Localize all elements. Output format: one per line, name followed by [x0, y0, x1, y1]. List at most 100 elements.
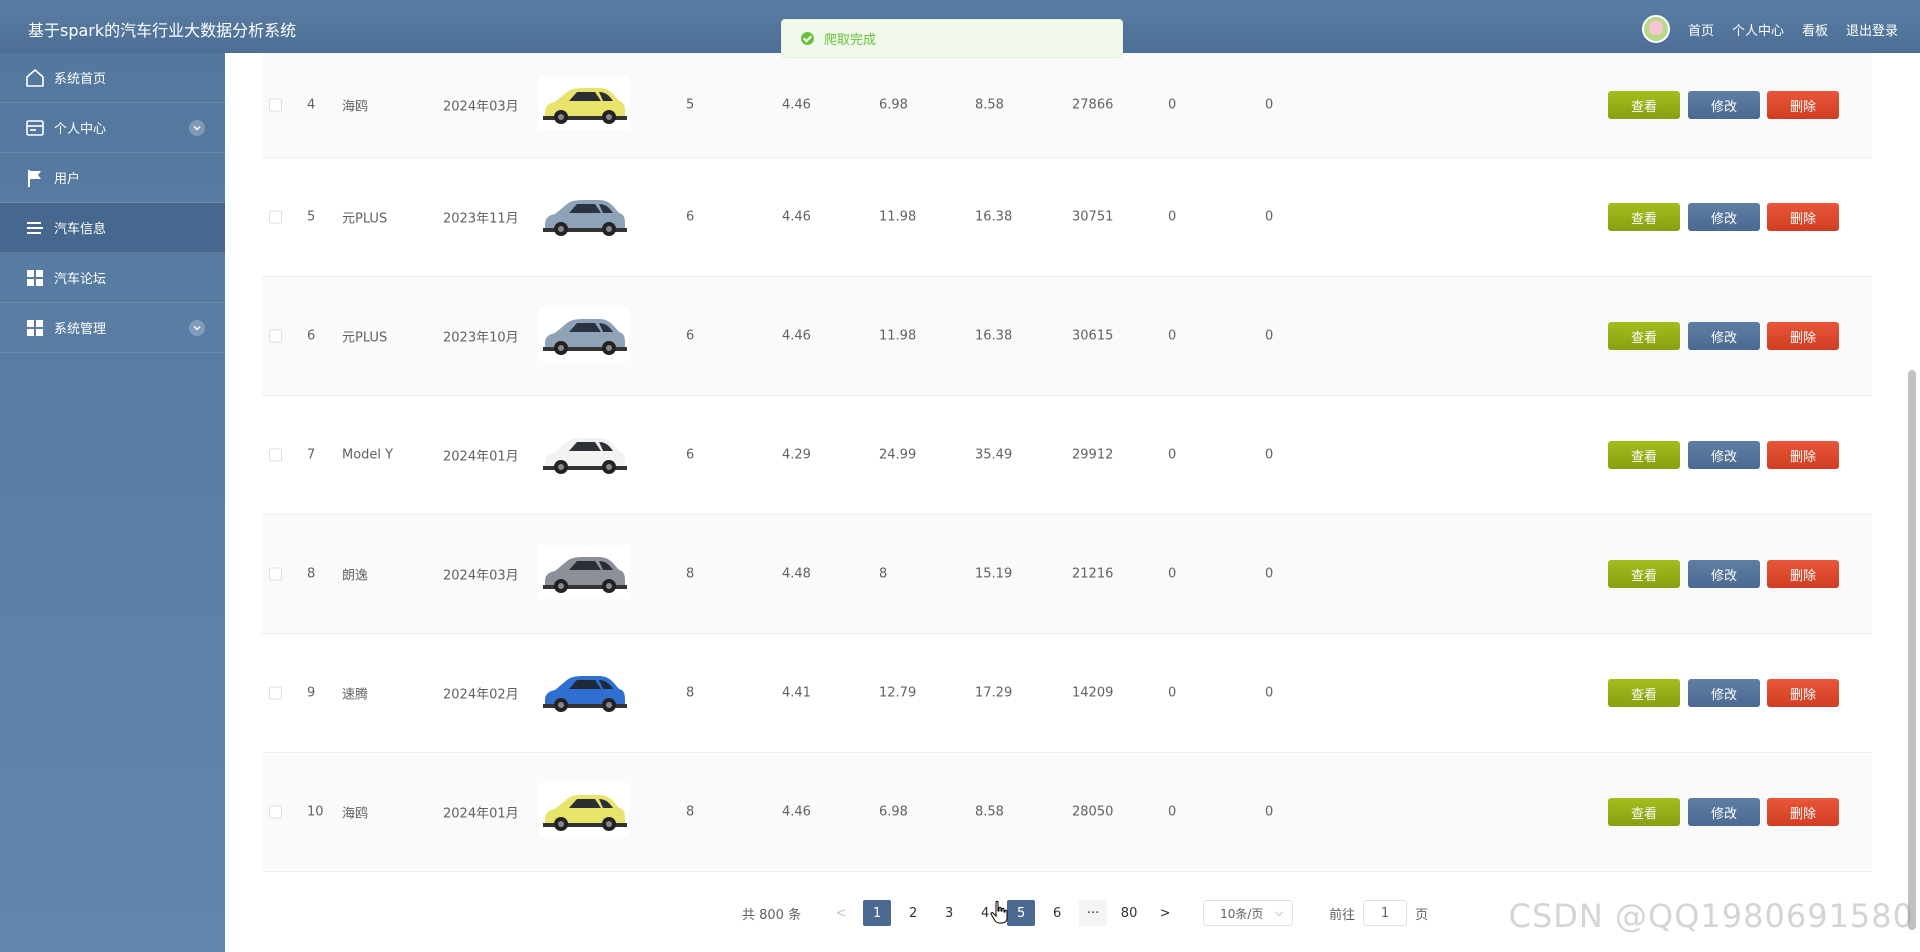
sales-volume: 30751 — [1072, 209, 1114, 225]
max-price: 16.38 — [975, 328, 1013, 344]
row-checkbox[interactable] — [269, 686, 282, 700]
nav-logout-link[interactable]: 退出登录 — [1846, 20, 1898, 39]
avatar[interactable] — [1641, 15, 1670, 43]
pagination-more[interactable]: ··· — [1079, 900, 1108, 926]
delete-button[interactable]: 删除 — [1767, 322, 1839, 350]
edit-button[interactable]: 修改 — [1688, 203, 1760, 231]
row-checkbox[interactable] — [269, 805, 282, 819]
row-index: 6 — [307, 328, 316, 344]
pagination-page-80[interactable]: 80 — [1115, 900, 1143, 926]
table-row: 6 元PLUS 2023年10月 6 4.46 11.98 16.38 30615 0 0 查看 修改… — [262, 277, 1872, 396]
pagination-page-6[interactable]: 6 — [1043, 900, 1071, 926]
car-thumbnail[interactable] — [539, 783, 629, 841]
pagination-page-5[interactable]: 5 — [1007, 900, 1036, 926]
nav-home-link[interactable]: 首页 — [1688, 20, 1714, 39]
count-b: 0 — [1265, 804, 1274, 820]
pagination-prev-button[interactable]: < — [827, 900, 855, 926]
view-button[interactable]: 查看 — [1608, 560, 1680, 588]
car-thumbnail[interactable] — [539, 426, 629, 484]
view-button[interactable]: 查看 — [1608, 91, 1680, 119]
car-thumbnail[interactable] — [539, 76, 629, 134]
car-thumbnail[interactable] — [539, 545, 629, 603]
max-price: 16.38 — [975, 209, 1013, 225]
car-info-table: 4 海鸥 2024年03月 5 4.46 6.98 8.58 27866 0 0 查看 修改 删除 5 元P… — [262, 53, 1872, 872]
row-checkbox[interactable] — [269, 329, 282, 343]
seat-count: 5 — [686, 97, 695, 113]
edit-button[interactable]: 修改 — [1688, 798, 1760, 826]
sidebar-item-label: 个人中心 — [54, 122, 107, 137]
table-row: 5 元PLUS 2023年11月 6 4.46 11.98 16.38 30751 0 0 查看 修改… — [262, 158, 1872, 277]
sales-volume: 27866 — [1072, 97, 1114, 113]
sales-volume: 29912 — [1072, 447, 1114, 463]
row-checkbox[interactable] — [269, 567, 282, 581]
row-index: 10 — [307, 804, 324, 820]
edit-button[interactable]: 修改 — [1688, 679, 1760, 707]
delete-button[interactable]: 删除 — [1767, 203, 1839, 231]
edit-button[interactable]: 修改 — [1688, 441, 1760, 469]
sidebar-item-personal-center[interactable]: 个人中心 — [0, 103, 225, 153]
sidebar-item-car-forum[interactable]: 汽车论坛 — [0, 253, 225, 303]
min-price: 6.98 — [879, 97, 908, 113]
car-name: 海鸥 — [342, 99, 369, 115]
car-thumbnail[interactable] — [539, 664, 629, 722]
car-date: 2023年10月 — [443, 330, 519, 346]
seat-count: 8 — [686, 566, 695, 582]
view-button[interactable]: 查看 — [1608, 441, 1680, 469]
car-date: 2024年03月 — [443, 99, 519, 115]
pagination-page-2[interactable]: 2 — [899, 900, 927, 926]
delete-button[interactable]: 删除 — [1767, 679, 1839, 707]
count-a: 0 — [1168, 328, 1177, 344]
vertical-scrollbar[interactable] — [1908, 370, 1916, 930]
seat-count: 6 — [686, 209, 695, 225]
min-price: 6.98 — [879, 804, 908, 820]
min-price: 8 — [879, 566, 888, 582]
pagination: 共 800 条 < 1 2 3 4 5 6 ··· 80 > 10条/页 前往 … — [742, 899, 1428, 927]
car-date: 2024年01月 — [443, 806, 519, 822]
goto-page-input[interactable]: 1 — [1363, 900, 1408, 926]
min-price: 11.98 — [879, 209, 917, 225]
sidebar-item-label: 用户 — [54, 172, 81, 187]
car-name: Model Y — [342, 447, 394, 463]
sidebar-item-system-management[interactable]: 系统管理 — [0, 303, 225, 353]
delete-button[interactable]: 删除 — [1767, 91, 1839, 119]
row-index: 7 — [307, 447, 316, 463]
count-b: 0 — [1265, 685, 1274, 701]
pagination-next-button[interactable]: > — [1151, 900, 1179, 926]
car-length: 4.48 — [782, 566, 811, 582]
chevron-down-icon[interactable] — [189, 120, 205, 136]
edit-button[interactable]: 修改 — [1688, 91, 1760, 119]
page-size-select[interactable]: 10条/页 — [1203, 900, 1294, 926]
delete-button[interactable]: 删除 — [1767, 798, 1839, 826]
car-thumbnail[interactable] — [539, 188, 629, 246]
table-row: 4 海鸥 2024年03月 5 4.46 6.98 8.58 27866 0 0 查看 修改 删除 — [262, 53, 1872, 158]
delete-button[interactable]: 删除 — [1767, 441, 1839, 469]
view-button[interactable]: 查看 — [1608, 203, 1680, 231]
view-button[interactable]: 查看 — [1608, 679, 1680, 707]
sidebar-item-home[interactable]: 系统首页 — [0, 53, 225, 103]
pagination-page-1[interactable]: 1 — [863, 900, 892, 926]
count-b: 0 — [1265, 97, 1274, 113]
edit-button[interactable]: 修改 — [1688, 560, 1760, 588]
row-checkbox[interactable] — [269, 210, 282, 224]
app-title: 基于spark的汽车行业大数据分析系统 — [28, 21, 297, 40]
sidebar-item-users[interactable]: 用户 — [0, 153, 225, 203]
view-button[interactable]: 查看 — [1608, 798, 1680, 826]
nav-dashboard-link[interactable]: 看板 — [1802, 20, 1828, 39]
table-row: 7 Model Y 2024年01月 6 4.29 24.99 35.49 29912 0 0 查看… — [262, 396, 1872, 515]
sidebar-item-car-info[interactable]: 汽车信息 — [0, 203, 225, 253]
view-button[interactable]: 查看 — [1608, 322, 1680, 350]
car-thumbnail[interactable] — [539, 307, 629, 365]
car-date: 2024年02月 — [443, 687, 519, 703]
sales-volume: 28050 — [1072, 804, 1114, 820]
edit-button[interactable]: 修改 — [1688, 322, 1760, 350]
car-date: 2024年01月 — [443, 449, 519, 465]
row-checkbox[interactable] — [269, 448, 282, 462]
max-price: 8.58 — [975, 804, 1004, 820]
count-a: 0 — [1168, 97, 1177, 113]
pagination-page-3[interactable]: 3 — [935, 900, 963, 926]
chevron-down-icon[interactable] — [189, 320, 205, 336]
row-checkbox[interactable] — [269, 98, 282, 112]
sales-volume: 14209 — [1072, 685, 1114, 701]
nav-profile-link[interactable]: 个人中心 — [1732, 20, 1784, 39]
delete-button[interactable]: 删除 — [1767, 560, 1839, 588]
